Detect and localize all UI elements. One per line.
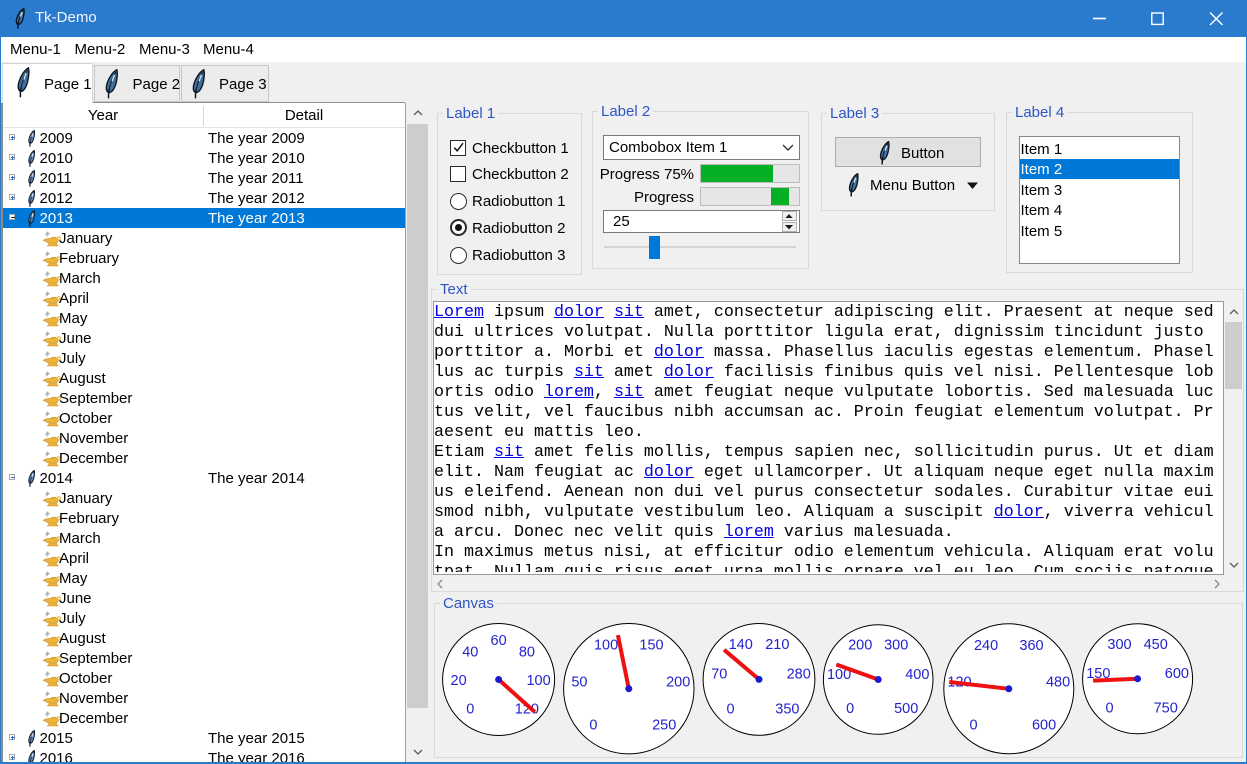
svg-text:300: 300 — [884, 638, 908, 654]
svg-text:250: 250 — [652, 718, 676, 734]
svg-text:20: 20 — [451, 673, 467, 689]
svg-text:450: 450 — [1144, 637, 1168, 653]
svg-text:60: 60 — [491, 633, 507, 649]
svg-text:0: 0 — [727, 701, 735, 717]
svg-text:40: 40 — [462, 645, 478, 661]
svg-text:350: 350 — [775, 701, 799, 717]
svg-text:50: 50 — [571, 674, 587, 690]
svg-text:400: 400 — [905, 667, 929, 683]
svg-text:70: 70 — [711, 667, 727, 683]
svg-text:480: 480 — [1046, 675, 1070, 691]
svg-text:80: 80 — [519, 645, 535, 661]
svg-text:360: 360 — [1019, 638, 1043, 654]
svg-text:750: 750 — [1154, 700, 1178, 716]
svg-text:600: 600 — [1032, 718, 1056, 734]
svg-text:100: 100 — [526, 673, 550, 689]
svg-text:280: 280 — [787, 667, 811, 683]
svg-text:240: 240 — [974, 638, 998, 654]
svg-text:0: 0 — [1105, 700, 1113, 716]
svg-text:210: 210 — [765, 637, 789, 653]
svg-text:500: 500 — [894, 701, 918, 717]
svg-text:0: 0 — [466, 701, 474, 717]
svg-text:0: 0 — [969, 718, 977, 734]
svg-text:300: 300 — [1107, 637, 1131, 653]
svg-text:140: 140 — [729, 637, 753, 653]
svg-text:150: 150 — [639, 638, 663, 654]
svg-text:200: 200 — [848, 638, 872, 654]
svg-text:0: 0 — [589, 718, 597, 734]
svg-text:100: 100 — [594, 638, 618, 654]
svg-text:600: 600 — [1165, 666, 1189, 682]
svg-text:0: 0 — [846, 701, 854, 717]
svg-text:200: 200 — [666, 674, 690, 690]
